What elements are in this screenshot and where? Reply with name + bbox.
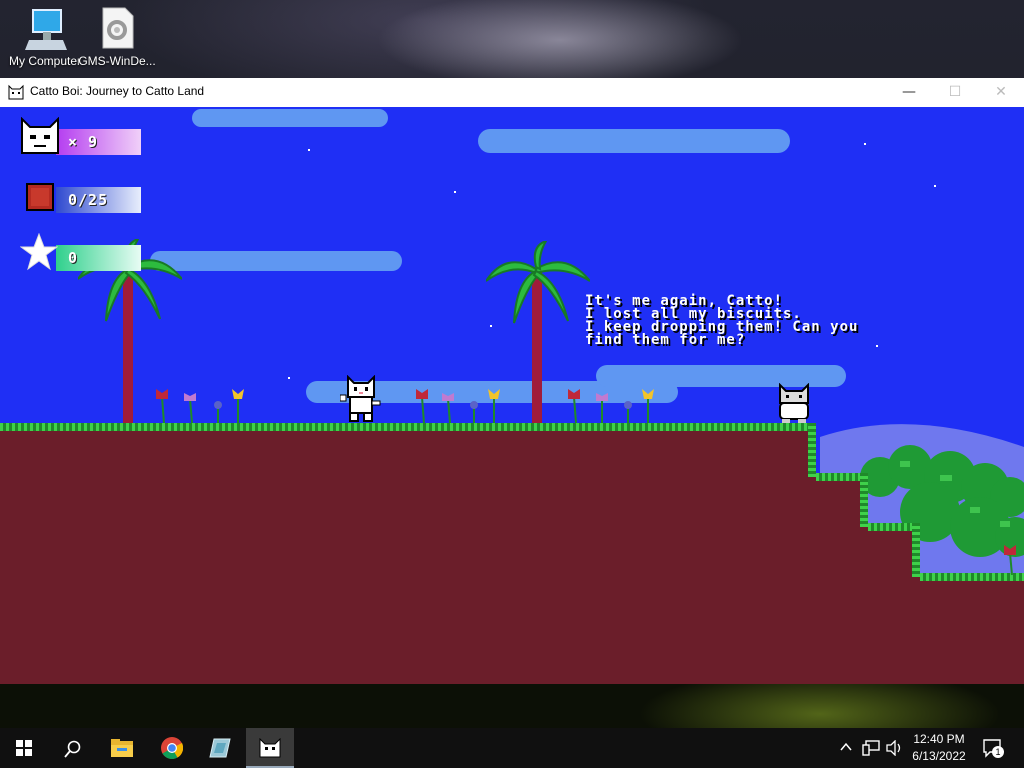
- notification-center-button[interactable]: 1: [982, 738, 1004, 758]
- clock-date[interactable]: 6/13/2022: [904, 749, 974, 763]
- window-title: Catto Boi: Journey to Catto Land: [30, 84, 205, 98]
- cloud: [192, 109, 388, 127]
- npc-dialog: It's me again, Catto! I lost all my bisc…: [585, 294, 858, 348]
- volume-icon[interactable]: [886, 740, 904, 756]
- desktop-icon-label: My Computer: [8, 54, 82, 68]
- star-sparkle: [288, 377, 290, 379]
- star-sparkle: [864, 143, 866, 145]
- cloud: [478, 129, 790, 153]
- biscuit-counter: 0/25: [56, 187, 141, 213]
- clock-time[interactable]: 12:40 PM: [904, 732, 974, 746]
- notification-badge: 1: [992, 746, 1004, 758]
- computer-icon: [23, 6, 67, 50]
- chrome-icon: [161, 737, 183, 759]
- grass-edge: [912, 523, 920, 577]
- star-sparkle: [308, 149, 310, 151]
- gamemaker-icon: [209, 738, 231, 758]
- title-bar[interactable]: Catto Boi: Journey to Catto Land — ☐ ✕: [0, 78, 1024, 107]
- desktop-icon-label: GMS-WinDe...: [78, 54, 156, 68]
- star-sparkle: [454, 191, 456, 193]
- grass-edge: [860, 473, 868, 527]
- minimize-button[interactable]: —: [886, 78, 932, 107]
- ground-step: [920, 577, 1024, 684]
- game-canvas[interactable]: It's me again, Catto! I lost all my bisc…: [0, 107, 1024, 684]
- flower: [1004, 545, 1016, 575]
- biscuit-icon: [26, 183, 54, 211]
- start-button[interactable]: [0, 728, 48, 768]
- taskbar-catto-game[interactable]: [246, 728, 294, 768]
- player-cat-sprite[interactable]: [340, 375, 382, 423]
- catto-game-icon: [259, 738, 281, 758]
- star-icon: [20, 233, 58, 271]
- cat-lives-icon: [21, 117, 59, 154]
- game-window: Catto Boi: Journey to Catto Land — ☐ ✕ I…: [0, 78, 1024, 684]
- desktop-icon-gms[interactable]: GMS-WinDe...: [72, 6, 162, 68]
- taskbar-file-explorer[interactable]: [98, 728, 146, 768]
- grass-top: [0, 423, 816, 431]
- start-icon: [16, 740, 32, 756]
- search-button[interactable]: [48, 728, 96, 768]
- settings-file-icon: [95, 6, 139, 50]
- taskbar-gamemaker[interactable]: [196, 728, 244, 768]
- taskbar-chrome[interactable]: [148, 728, 196, 768]
- close-button[interactable]: ✕: [978, 78, 1024, 107]
- chevron-up-icon[interactable]: [840, 742, 852, 752]
- maximize-button[interactable]: ☐: [932, 78, 978, 107]
- cat-app-icon: [8, 84, 24, 100]
- lives-counter: × 9: [56, 129, 141, 155]
- flower-bed: [156, 389, 654, 423]
- star-counter: 0: [56, 245, 141, 271]
- network-icon[interactable]: [862, 740, 880, 756]
- ground: [0, 427, 816, 684]
- npc-cat-sprite[interactable]: [776, 383, 812, 423]
- star-sparkle: [876, 345, 878, 347]
- desktop-wallpaper: [0, 684, 1024, 728]
- file-explorer-icon: [111, 739, 133, 757]
- dialog-line: find them for me?: [585, 332, 746, 348]
- search-icon: [64, 740, 81, 758]
- grass-edge: [808, 423, 816, 477]
- star-sparkle: [934, 185, 936, 187]
- taskbar: 12:40 PM 6/13/2022 1: [0, 728, 1024, 768]
- cloud: [150, 251, 402, 271]
